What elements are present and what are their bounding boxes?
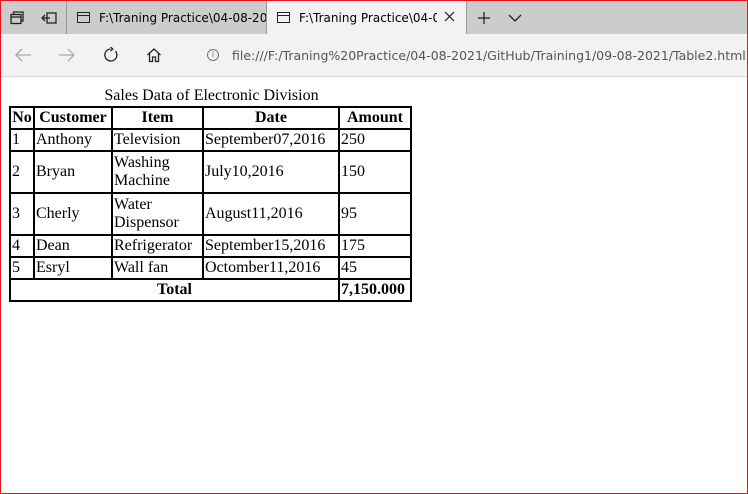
cell-item: Television (112, 129, 203, 151)
site-info-icon[interactable]: i (207, 49, 219, 61)
cell-customer: Bryan (34, 151, 112, 193)
table-total-row: Total 7,150.000 (10, 279, 411, 301)
refresh-icon[interactable] (96, 40, 126, 70)
new-tab-icon[interactable] (468, 1, 500, 34)
tab-active[interactable]: F:\Traning Practice\04-0 (266, 1, 467, 34)
forward-arrow-icon[interactable] (52, 40, 82, 70)
tab-strip: F:\Traning Practice\04-08-20 F:\Traning … (1, 1, 747, 34)
cell-no: 5 (10, 257, 34, 279)
table-row: 1 Anthony Television September07,2016 25… (10, 129, 411, 151)
table-row: 3 Cherly Water Dispensor August11,2016 9… (10, 193, 411, 235)
page-icon (77, 12, 90, 23)
cell-amount: 95 (339, 193, 411, 235)
table-row: 5 Esryl Wall fan Octomber11,2016 45 (10, 257, 411, 279)
tab-inactive[interactable]: F:\Traning Practice\04-08-20 (66, 1, 266, 34)
cell-no: 3 (10, 193, 34, 235)
cell-date: Octomber11,2016 (203, 257, 339, 279)
sales-table: No Customer Item Date Amount 1 Anthony T… (9, 106, 412, 302)
table-row: 2 Bryan Washing Machine July10,2016 150 (10, 151, 411, 193)
header-amount: Amount (339, 107, 411, 129)
address-url[interactable]: file:///F:/Traning%20Practice/04-08-2021… (232, 48, 746, 63)
cell-amount: 45 (339, 257, 411, 279)
cell-date: July10,2016 (203, 151, 339, 193)
cell-item: Refrigerator (112, 235, 203, 257)
cell-amount: 150 (339, 151, 411, 193)
tab-collection-icon[interactable] (1, 1, 33, 34)
header-no: No (10, 107, 34, 129)
cell-no: 4 (10, 235, 34, 257)
cell-no: 2 (10, 151, 34, 193)
cell-customer: Esryl (34, 257, 112, 279)
table-row: 4 Dean Refrigerator September15,2016 175 (10, 235, 411, 257)
navigation-bar: i file:///F:/Traning%20Practice/04-08-20… (1, 34, 747, 77)
cell-amount: 250 (339, 129, 411, 151)
back-arrow-icon[interactable] (8, 40, 38, 70)
cell-amount: 175 (339, 235, 411, 257)
cell-date: September07,2016 (203, 129, 339, 151)
cell-item: Washing Machine (112, 151, 203, 193)
tab-title: F:\Traning Practice\04-08-20 (99, 10, 266, 25)
browser-window: F:\Traning Practice\04-08-20 F:\Traning … (0, 0, 748, 494)
table-header-row: No Customer Item Date Amount (10, 107, 411, 129)
cell-customer: Anthony (34, 129, 112, 151)
cell-no: 1 (10, 129, 34, 151)
tab-preview-chevron-down-icon[interactable] (499, 1, 531, 34)
address-bar[interactable]: i file:///F:/Traning%20Practice/04-08-20… (197, 34, 747, 76)
home-icon[interactable] (139, 40, 169, 70)
table-caption: Sales Data of Electronic Division (104, 87, 319, 104)
page-icon (277, 12, 290, 23)
header-customer: Customer (34, 107, 112, 129)
header-item: Item (112, 107, 203, 129)
cell-customer: Cherly (34, 193, 112, 235)
close-tab-icon[interactable] (442, 9, 456, 23)
cell-date: September15,2016 (203, 235, 339, 257)
header-date: Date (203, 107, 339, 129)
total-value: 7,150.000 (339, 279, 411, 301)
set-tabs-aside-icon[interactable] (33, 1, 65, 34)
tab-title: F:\Traning Practice\04-0 (299, 10, 437, 25)
cell-date: August11,2016 (203, 193, 339, 235)
cell-customer: Dean (34, 235, 112, 257)
cell-item: Water Dispensor (112, 193, 203, 235)
cell-item: Wall fan (112, 257, 203, 279)
total-label: Total (10, 279, 339, 301)
page-content: Sales Data of Electronic Division No Cus… (1, 77, 747, 493)
